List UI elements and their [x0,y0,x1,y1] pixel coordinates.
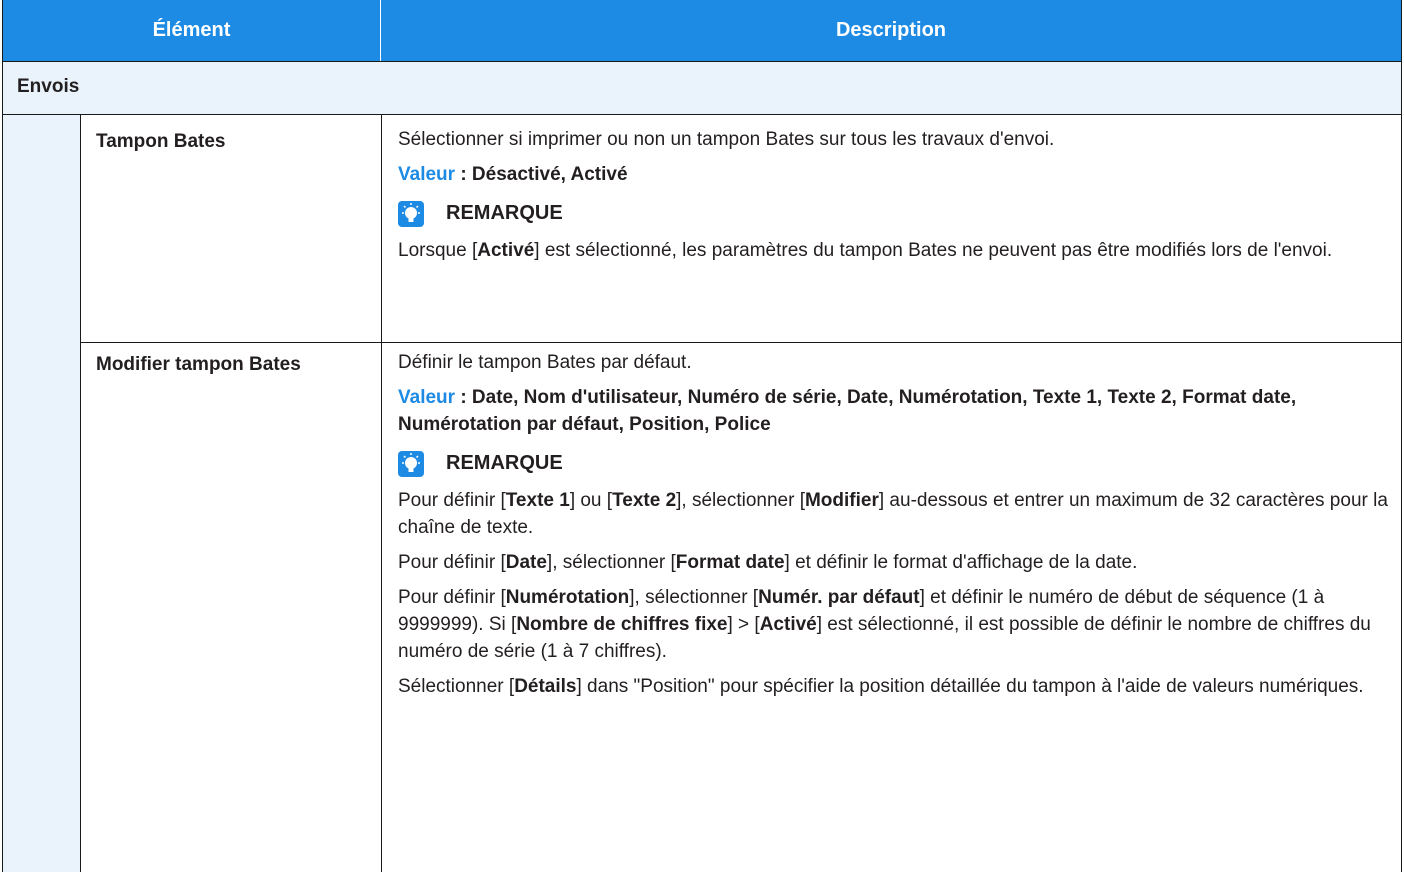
item-name: Modifier tampon Bates [96,354,301,375]
row-divider [81,342,1401,343]
value-line: Valeur : Date, Nom d'utilisateur, Numéro… [398,384,1388,438]
note-text-1: Pour définir [Texte 1] ou [Texte 2], sél… [398,490,1388,538]
item-name: Tampon Bates [96,131,226,152]
lightbulb-note-icon [398,450,424,477]
settings-table: Élément Description Envois Tampon Bates … [2,0,1402,872]
description-text: Sélectionner si imprimer ou non un tampo… [398,129,1055,150]
column-header-element: Élément [3,0,381,61]
lightbulb-note-icon [398,200,424,227]
note-text-2: Pour définir [Date], sélectionner [Forma… [398,552,1138,573]
column-divider [381,115,382,872]
note-text-4: Sélectionner [Détails] dans "Position" p… [398,676,1364,697]
item-description: Définir le tampon Bates par défaut. Vale… [398,349,1388,708]
value-line: Valeur : Désactivé, Activé [398,161,1388,188]
note-text-3: Pour définir [Numérotation], sélectionne… [398,587,1371,662]
note-title: REMARQUE [446,202,563,224]
note-title: REMARQUE [446,452,563,474]
item-description: Sélectionner si imprimer ou non un tampo… [398,126,1388,272]
note-text: Lorsque [Activé] est sélectionné, les pa… [398,240,1333,261]
section-title: Envois [17,76,80,97]
value-label: Valeur [398,387,456,408]
value-label: Valeur [398,164,456,185]
description-text: Définir le tampon Bates par défaut. [398,352,692,373]
column-header-description: Description [381,0,1401,61]
value-options: : Désactivé, Activé [455,164,628,185]
note-header: REMARQUE [398,200,1388,227]
indent-column [3,115,81,872]
section-row: Envois [3,61,1401,115]
note-header: REMARQUE [398,450,1388,477]
value-options: : Date, Nom d'utilisateur, Numéro de sér… [398,387,1297,435]
